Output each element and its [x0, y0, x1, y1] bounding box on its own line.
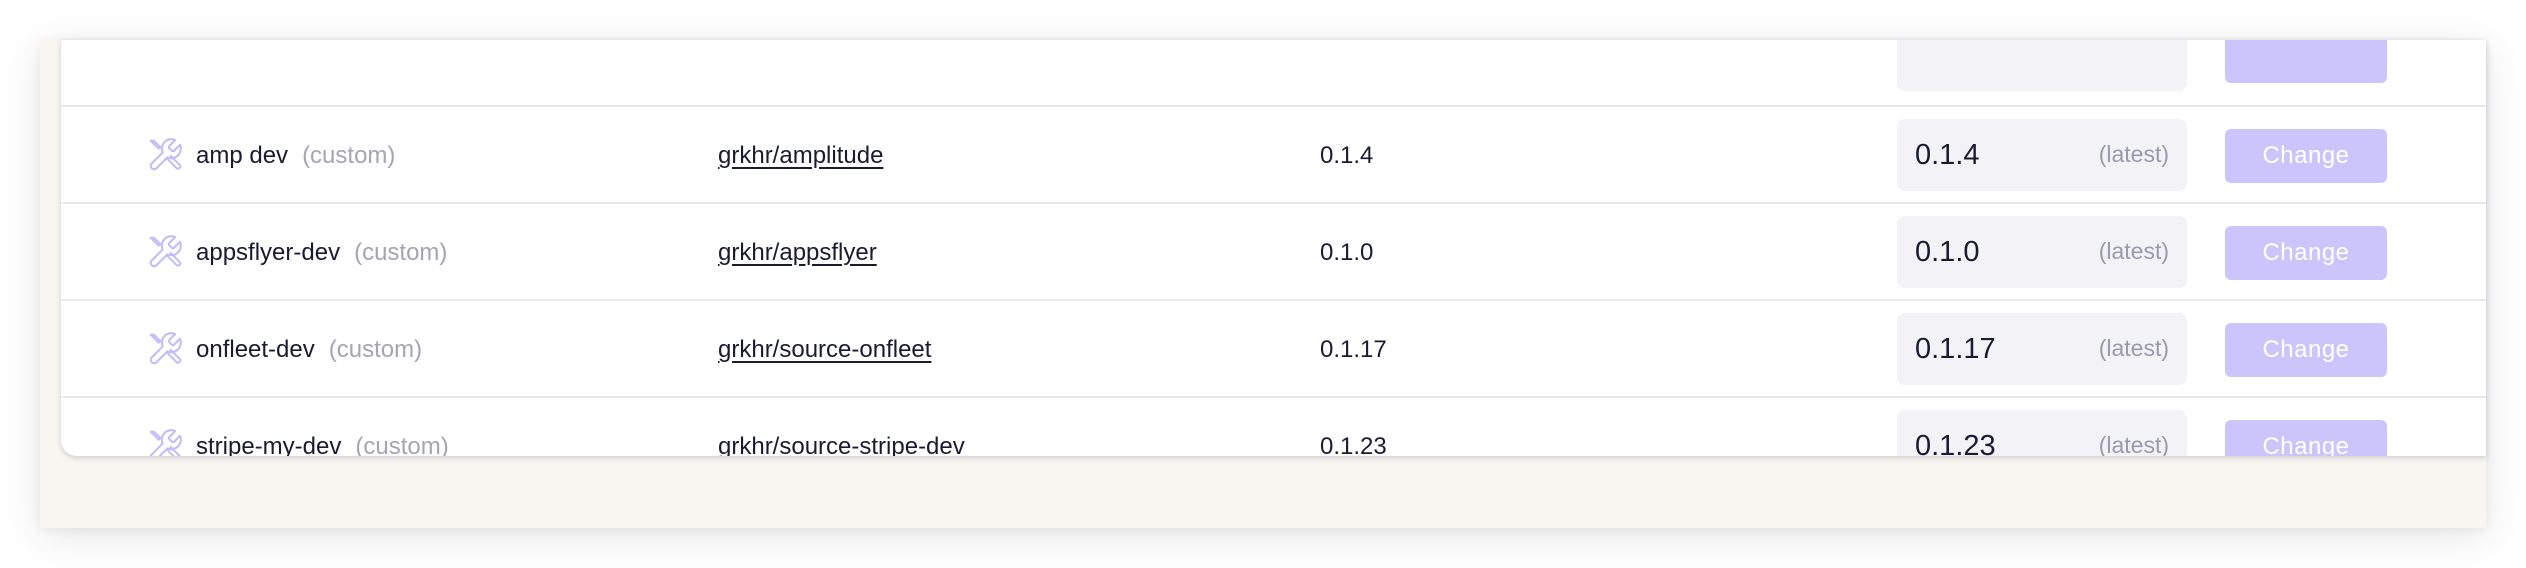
- selected-version: 0.1.17: [1915, 333, 1996, 365]
- change-button-partial[interactable]: [2225, 40, 2387, 83]
- connector-name-text: appsflyer-dev: [196, 239, 341, 266]
- table-row: onfleet-dev (custom) grkhr/source-onfleet…: [61, 299, 2486, 396]
- repository-link[interactable]: grkhr/appsflyer: [718, 204, 877, 301]
- version-select[interactable]: 0.1.23 (latest): [1897, 410, 2187, 456]
- current-version: 0.1.23: [1320, 433, 1387, 456]
- custom-tag: (custom): [302, 142, 396, 169]
- change-button[interactable]: Change: [2225, 226, 2387, 280]
- latest-label: (latest): [2098, 141, 2169, 167]
- connector-name: appsflyer-dev (custom): [196, 204, 447, 301]
- repository-link[interactable]: grkhr/source-onfleet: [718, 301, 931, 398]
- table-row: amp dev (custom) grkhr/amplitude 0.1.4 0.…: [61, 105, 2486, 202]
- wrench-screwdriver-icon: [149, 332, 182, 365]
- version-select[interactable]: 0.1.4 (latest): [1897, 119, 2187, 191]
- wrench-screwdriver-icon: [149, 235, 182, 268]
- custom-tag: (custom): [354, 239, 448, 266]
- selected-version: 0.1.23: [1915, 430, 1996, 456]
- current-version: 0.1.17: [1320, 336, 1387, 363]
- latest-label: (latest): [2098, 238, 2169, 264]
- selected-version: 0.1.0: [1915, 236, 1980, 268]
- connector-name-text: stripe-my-dev: [196, 433, 342, 456]
- latest-label: (latest): [2098, 432, 2169, 456]
- custom-tag: (custom): [328, 336, 423, 363]
- version-select[interactable]: 0.1.0 (latest): [1897, 216, 2187, 288]
- table-row: appsflyer-dev (custom) grkhr/appsflyer 0.…: [61, 202, 2486, 299]
- custom-tag: (custom): [355, 433, 449, 456]
- change-button[interactable]: Change: [2225, 129, 2387, 183]
- connector-name: onfleet-dev (custom): [196, 301, 422, 398]
- table-row: stripe-my-dev (custom) grkhr/source-strip…: [61, 396, 2486, 456]
- wrench-screwdriver-icon: [149, 429, 182, 456]
- latest-label: (latest): [2098, 335, 2169, 361]
- version-select-partial[interactable]: [1897, 40, 2187, 91]
- current-version: 0.1.0: [1320, 239, 1374, 266]
- repository-link[interactable]: grkhr/amplitude: [718, 107, 883, 204]
- repository-link[interactable]: grkhr/source-stripe-dev: [718, 398, 965, 456]
- change-button[interactable]: Change: [2225, 323, 2387, 377]
- connector-name-text: amp dev: [196, 142, 289, 169]
- connector-name-text: onfleet-dev: [196, 336, 315, 363]
- connector-name: amp dev (custom): [196, 107, 395, 204]
- connectors-table: amp dev (custom) grkhr/amplitude 0.1.4 0.…: [61, 40, 2486, 456]
- current-version: 0.1.4: [1320, 142, 1374, 169]
- connector-name: stripe-my-dev (custom): [196, 398, 449, 456]
- wrench-screwdriver-icon: [149, 138, 182, 171]
- version-select[interactable]: 0.1.17 (latest): [1897, 313, 2187, 385]
- selected-version: 0.1.4: [1915, 139, 1980, 171]
- change-button[interactable]: Change: [2225, 420, 2387, 456]
- table-row-partial: [61, 40, 2486, 105]
